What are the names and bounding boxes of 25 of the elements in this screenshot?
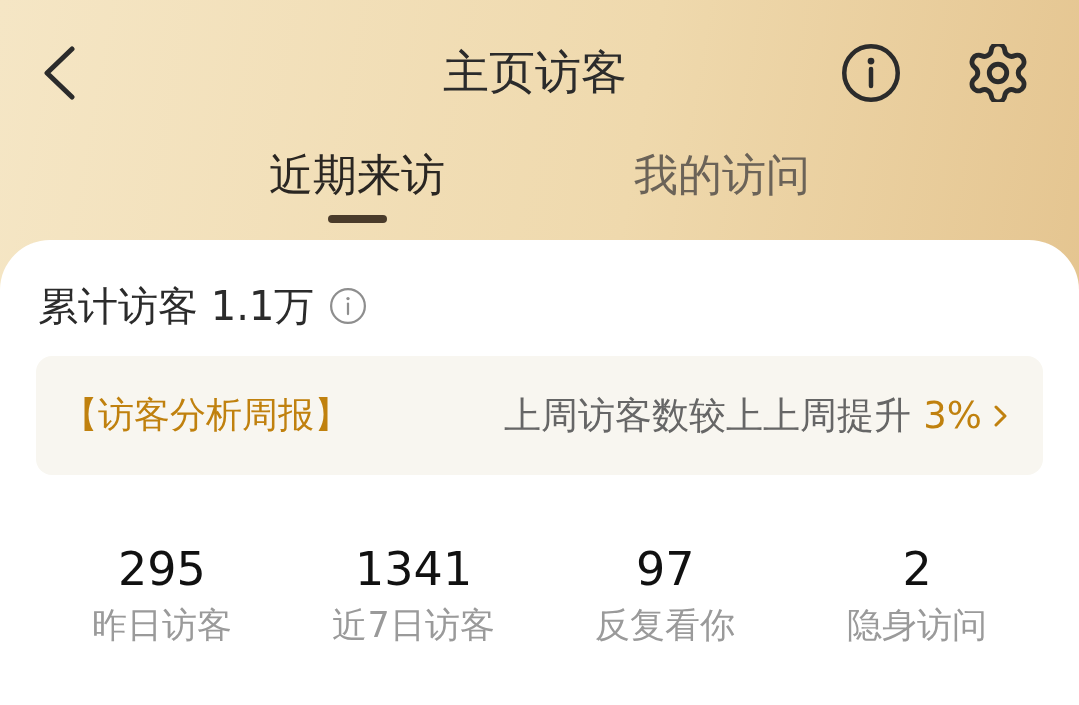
settings-icon xyxy=(969,43,1027,102)
tab[interactable]: 近期来访 xyxy=(269,149,445,240)
total-info-button[interactable] xyxy=(330,288,367,324)
report-change: 3% xyxy=(923,394,982,437)
stat-label: 昨日访客 xyxy=(91,604,232,647)
stat-value: 1341 xyxy=(355,541,473,597)
stat-value: 2 xyxy=(902,541,932,597)
total-visitors-text: 累计访客 1.1万 xyxy=(38,282,315,330)
back-icon xyxy=(42,45,76,100)
back-button[interactable] xyxy=(42,45,76,100)
stat-value: 295 xyxy=(117,541,206,597)
stat-value: 97 xyxy=(636,541,695,597)
report-summary: 上周访客数较上上周提升 xyxy=(504,392,912,439)
page-title: 主页访客 xyxy=(442,44,627,101)
weekly-report-banner[interactable]: 【访客分析周报】 上周访客数较上上周提升 3% xyxy=(36,356,1043,475)
stat-label: 近7日访客 xyxy=(332,604,495,647)
stat-label: 反复看你 xyxy=(595,604,736,647)
tab[interactable]: 我的访问 xyxy=(634,149,810,240)
info-icon xyxy=(842,43,900,102)
stat-label: 隐身访问 xyxy=(847,604,988,647)
info-icon xyxy=(330,288,367,324)
report-title: 【访客分析周报】 xyxy=(62,393,350,437)
chevron-right-icon xyxy=(994,404,1007,427)
settings-button[interactable] xyxy=(969,43,1027,102)
info-button[interactable] xyxy=(842,43,900,102)
